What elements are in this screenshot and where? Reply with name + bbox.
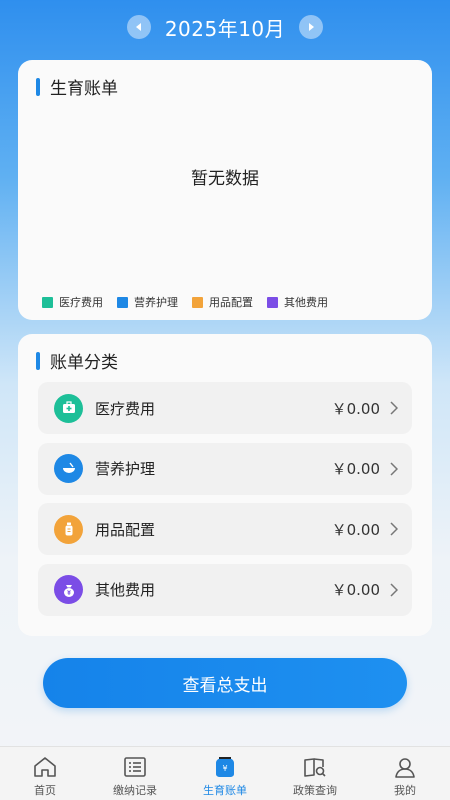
tab-home[interactable]: 首页 — [0, 747, 90, 798]
home-icon — [34, 757, 56, 777]
legend-swatch — [117, 296, 128, 308]
legend-swatch — [42, 296, 53, 308]
legend-label: 其他费用 — [284, 296, 328, 309]
chevron-right-icon — [390, 522, 398, 536]
view-total-expense-button[interactable]: 查看总支出 — [43, 658, 407, 708]
chevron-right-icon — [390, 401, 398, 415]
legend-item-medical: 医疗费用 — [42, 294, 103, 310]
legend-label: 医疗费用 — [59, 296, 103, 309]
tab-label: 首页 — [34, 784, 56, 797]
triangle-left-icon — [135, 23, 141, 31]
category-amount: ￥0.00 — [331, 460, 380, 478]
legend-swatch — [192, 296, 203, 308]
medical-kit-icon — [54, 393, 83, 423]
category-card-header: 账单分类 — [18, 334, 432, 373]
legend-item-other: 其他费用 — [267, 294, 328, 310]
user-icon — [395, 758, 415, 778]
category-amount: ￥0.00 — [331, 520, 380, 539]
category-row-supplies[interactable]: 用品配置 ￥0.00 — [38, 503, 412, 555]
chart-legend: 医疗费用 营养护理 用品配置 其他费用 — [42, 294, 328, 310]
tab-label: 生育账单 — [203, 784, 247, 797]
legend-item-supplies: 用品配置 — [192, 294, 253, 310]
bill-icon: ¥ — [216, 757, 234, 777]
bill-card-title: 生育账单 — [50, 79, 118, 99]
empty-state-text: 暂无数据 — [191, 169, 259, 189]
category-amount: ￥0.00 — [331, 399, 380, 418]
tab-mine[interactable]: 我的 — [360, 747, 450, 798]
chevron-right-icon — [390, 582, 398, 597]
bowl-icon — [54, 454, 83, 483]
triangle-right-icon — [309, 23, 315, 31]
title-accent-bar — [36, 351, 40, 370]
tab-label: 政策查询 — [293, 784, 337, 797]
tab-label: 缴纳记录 — [113, 784, 157, 797]
prev-month-button[interactable] — [126, 15, 151, 39]
money-bag-icon — [54, 575, 83, 604]
category-card: 账单分类 医疗费用 ￥0.00 营养护理 ￥0.00 用品配置 ￥0.00 其他… — [18, 334, 432, 636]
category-row-other[interactable]: 其他费用 ￥0.00 — [38, 563, 412, 616]
legend-label: 营养护理 — [134, 296, 178, 309]
legend-label: 用品配置 — [209, 296, 253, 309]
category-row-nutrition[interactable]: 营养护理 ￥0.00 — [38, 442, 412, 495]
tab-policy-search[interactable]: 政策查询 — [270, 747, 360, 798]
next-month-button[interactable] — [299, 15, 324, 39]
tab-label: 我的 — [394, 784, 416, 797]
svg-text:¥: ¥ — [222, 764, 227, 773]
category-list: 医疗费用 ￥0.00 营养护理 ￥0.00 用品配置 ￥0.00 其他费用 ￥0… — [38, 382, 412, 624]
bill-card: 生育账单 暂无数据 医疗费用 营养护理 用品配置 其他费用 — [18, 60, 432, 320]
legend-item-nutrition: 营养护理 — [117, 294, 178, 310]
bottle-icon — [54, 514, 83, 544]
list-icon — [124, 757, 146, 777]
chevron-right-icon — [390, 461, 398, 476]
book-search-icon — [304, 758, 326, 777]
category-card-title: 账单分类 — [50, 353, 118, 373]
category-label: 用品配置 — [95, 520, 156, 539]
category-label: 营养护理 — [95, 460, 156, 478]
tab-payment-records[interactable]: 缴纳记录 — [90, 747, 180, 798]
bottom-tab-bar: 首页 缴纳记录 ¥ 生育账单 政策查询 我的 — [0, 746, 450, 800]
month-selector: 2025年10月 — [0, 12, 450, 42]
category-row-medical[interactable]: 医疗费用 ￥0.00 — [38, 382, 412, 434]
tab-birth-bill[interactable]: ¥ 生育账单 — [180, 747, 270, 798]
month-title: 2025年10月 — [164, 16, 286, 41]
category-label: 其他费用 — [95, 581, 156, 599]
legend-swatch — [267, 296, 278, 308]
bill-card-header: 生育账单 — [18, 60, 432, 99]
category-label: 医疗费用 — [95, 399, 156, 418]
title-accent-bar — [36, 77, 40, 96]
category-amount: ￥0.00 — [331, 581, 380, 599]
